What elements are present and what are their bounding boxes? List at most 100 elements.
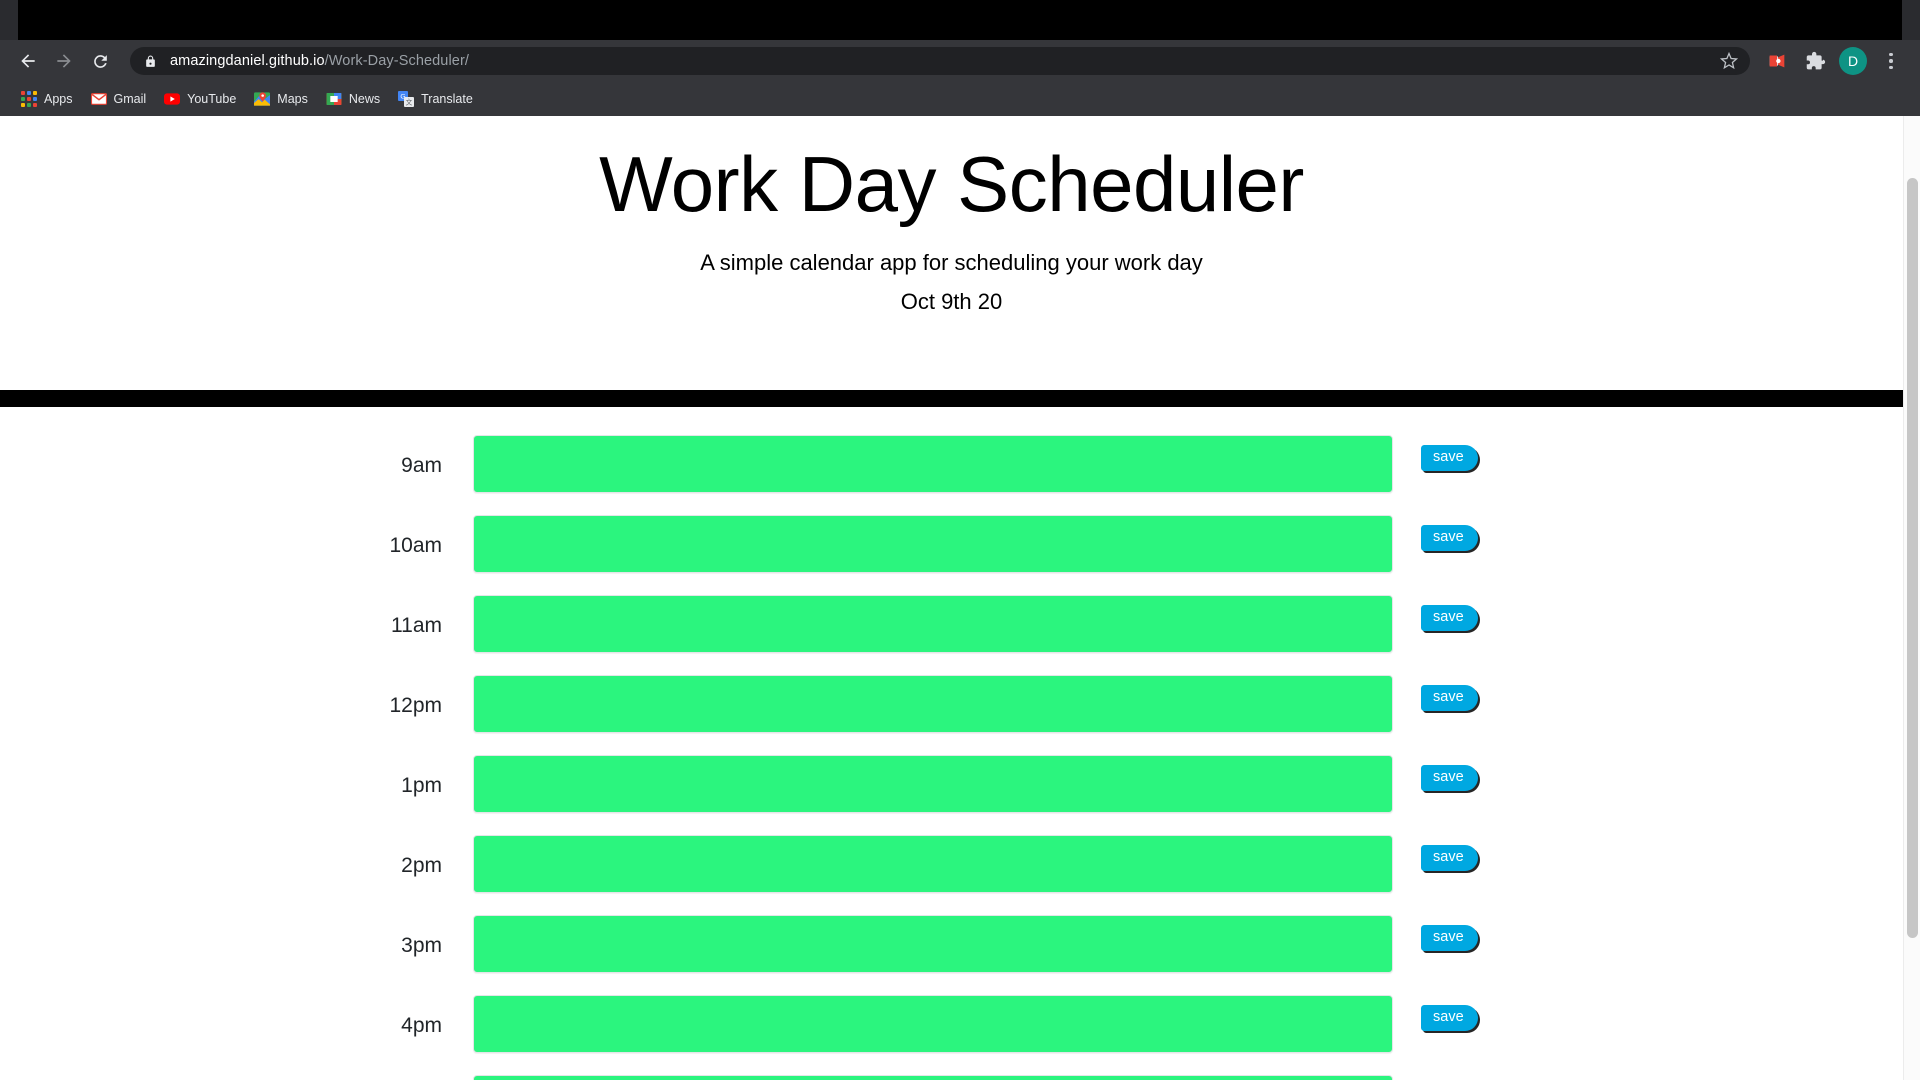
- save-button-wrapper: save: [1393, 915, 1478, 952]
- bookmarks-bar: Apps Gmail YouTube Maps News G 文 Transla…: [0, 82, 1920, 116]
- extensions-button[interactable]: [1798, 44, 1832, 78]
- hour-label: 10am: [389, 533, 442, 557]
- time-block-input[interactable]: [473, 1074, 1393, 1080]
- forward-button[interactable]: [48, 45, 80, 77]
- time-block-row: 11am save: [0, 594, 1903, 675]
- bookmark-gmail[interactable]: Gmail: [82, 87, 156, 111]
- bookmark-maps[interactable]: Maps: [245, 87, 317, 111]
- cast-icon: [1769, 54, 1785, 68]
- page-subtitle: A simple calendar app for scheduling you…: [700, 249, 1203, 275]
- save-button-wrapper: save: [1393, 435, 1478, 472]
- reload-button[interactable]: [84, 45, 116, 77]
- hour-label: 5pm: [0, 1075, 473, 1080]
- bookmark-star-button[interactable]: [1718, 50, 1740, 72]
- bookmark-label: Translate: [421, 92, 473, 106]
- reload-icon: [93, 54, 107, 68]
- lock-icon: [144, 55, 158, 68]
- tab-strip: [0, 0, 1920, 40]
- news-icon: [326, 91, 342, 107]
- schedule-list: 9am save 10am save 11am save 12pm save 1pm save 2p…: [0, 407, 1903, 1080]
- time-block-input[interactable]: [473, 434, 1393, 493]
- back-button[interactable]: [12, 45, 44, 77]
- gmail-icon: [90, 91, 107, 107]
- back-arrow-icon: [21, 54, 35, 68]
- star-icon: [1720, 52, 1738, 70]
- profile-button[interactable]: D: [1836, 44, 1870, 78]
- time-block-input[interactable]: [473, 594, 1393, 653]
- save-button[interactable]: save: [1421, 1004, 1478, 1032]
- save-button-wrapper: save: [1393, 995, 1478, 1032]
- bookmark-translate[interactable]: G 文 Translate: [389, 87, 482, 111]
- url-host: amazingdaniel.github.io: [170, 53, 325, 69]
- time-block-input[interactable]: [473, 914, 1393, 973]
- time-block-row: 5pm save: [0, 1074, 1903, 1080]
- hour-label: 4pm: [401, 1013, 442, 1037]
- time-block-row: 4pm save: [0, 994, 1903, 1075]
- time-block-row: 1pm save: [0, 754, 1903, 835]
- save-button-wrapper: save: [1393, 515, 1478, 552]
- bookmark-news[interactable]: News: [317, 87, 389, 111]
- page-header: Work Day Scheduler A simple calendar app…: [0, 116, 1903, 315]
- page-scrollbar[interactable]: [1903, 116, 1920, 1080]
- bookmark-apps[interactable]: Apps: [12, 87, 82, 111]
- time-block-input[interactable]: [473, 834, 1393, 893]
- cast-button[interactable]: [1760, 44, 1794, 78]
- hour-label: 11am: [391, 613, 442, 637]
- url-path: /Work-Day-Scheduler/: [324, 53, 470, 69]
- tab-strip-right-edge: [1902, 0, 1920, 40]
- save-button-wrapper: save: [1393, 755, 1478, 792]
- translate-icon: G 文: [398, 91, 415, 107]
- save-button[interactable]: save: [1421, 524, 1478, 552]
- page-title: Work Day Scheduler: [599, 140, 1304, 228]
- bookmark-label: YouTube: [187, 92, 237, 106]
- time-block-input[interactable]: [473, 754, 1393, 813]
- address-bar[interactable]: amazingdaniel.github.io/Work-Day-Schedul…: [130, 47, 1750, 75]
- time-block-input[interactable]: [473, 514, 1393, 573]
- bookmark-label: Apps: [44, 92, 73, 106]
- hour-label: 2pm: [401, 853, 442, 877]
- web-page: Work Day Scheduler A simple calendar app…: [0, 116, 1903, 1080]
- hour-label: 3pm: [401, 933, 442, 957]
- bookmark-label: News: [348, 92, 381, 106]
- maps-icon: [254, 91, 271, 107]
- time-block-row: 9am save: [0, 434, 1903, 515]
- bookmark-label: Maps: [277, 92, 308, 106]
- youtube-icon: [164, 91, 181, 107]
- bookmark-label: Gmail: [113, 92, 147, 106]
- save-button[interactable]: save: [1421, 764, 1478, 792]
- save-button-wrapper: save: [1393, 1075, 1478, 1080]
- tab-strip-left-edge: [0, 0, 18, 40]
- time-block-row: 3pm save: [0, 914, 1903, 995]
- time-block-input[interactable]: [473, 994, 1393, 1053]
- hour-label: 9am: [401, 453, 442, 477]
- time-block-row: 10am save: [0, 514, 1903, 595]
- save-button[interactable]: save: [1421, 604, 1478, 632]
- save-button-wrapper: save: [1393, 595, 1478, 632]
- three-dot-menu-icon: [1889, 52, 1893, 70]
- apps-grid-icon: [21, 91, 37, 107]
- svg-text:文: 文: [406, 98, 413, 107]
- chrome-menu-button[interactable]: [1874, 44, 1908, 78]
- hour-label: 12pm: [389, 693, 442, 717]
- save-button[interactable]: save: [1421, 444, 1478, 472]
- puzzle-piece-icon: [1806, 51, 1825, 69]
- bookmark-youtube[interactable]: YouTube: [155, 87, 245, 111]
- save-button-wrapper: save: [1393, 675, 1478, 712]
- time-block-row: 2pm save: [0, 834, 1903, 915]
- current-date: Oct 9th 20: [900, 288, 1003, 314]
- time-block-row: 12pm save: [0, 674, 1903, 755]
- scrollbar-thumb[interactable]: [1907, 178, 1918, 938]
- url-text: amazingdaniel.github.io/Work-Day-Schedul…: [170, 53, 469, 69]
- browser-toolbar: amazingdaniel.github.io/Work-Day-Schedul…: [0, 40, 1920, 82]
- save-button-wrapper: save: [1393, 835, 1478, 872]
- browser-window: amazingdaniel.github.io/Work-Day-Schedul…: [0, 0, 1920, 1080]
- save-button[interactable]: save: [1421, 684, 1478, 712]
- save-button[interactable]: save: [1421, 924, 1478, 952]
- header-divider: [0, 389, 1903, 407]
- save-button[interactable]: save: [1421, 844, 1478, 872]
- forward-arrow-icon: [57, 54, 71, 68]
- hour-label: 1pm: [401, 773, 442, 797]
- time-block-input[interactable]: [473, 674, 1393, 733]
- avatar: D: [1839, 47, 1867, 75]
- page-viewport: Work Day Scheduler A simple calendar app…: [0, 116, 1920, 1080]
